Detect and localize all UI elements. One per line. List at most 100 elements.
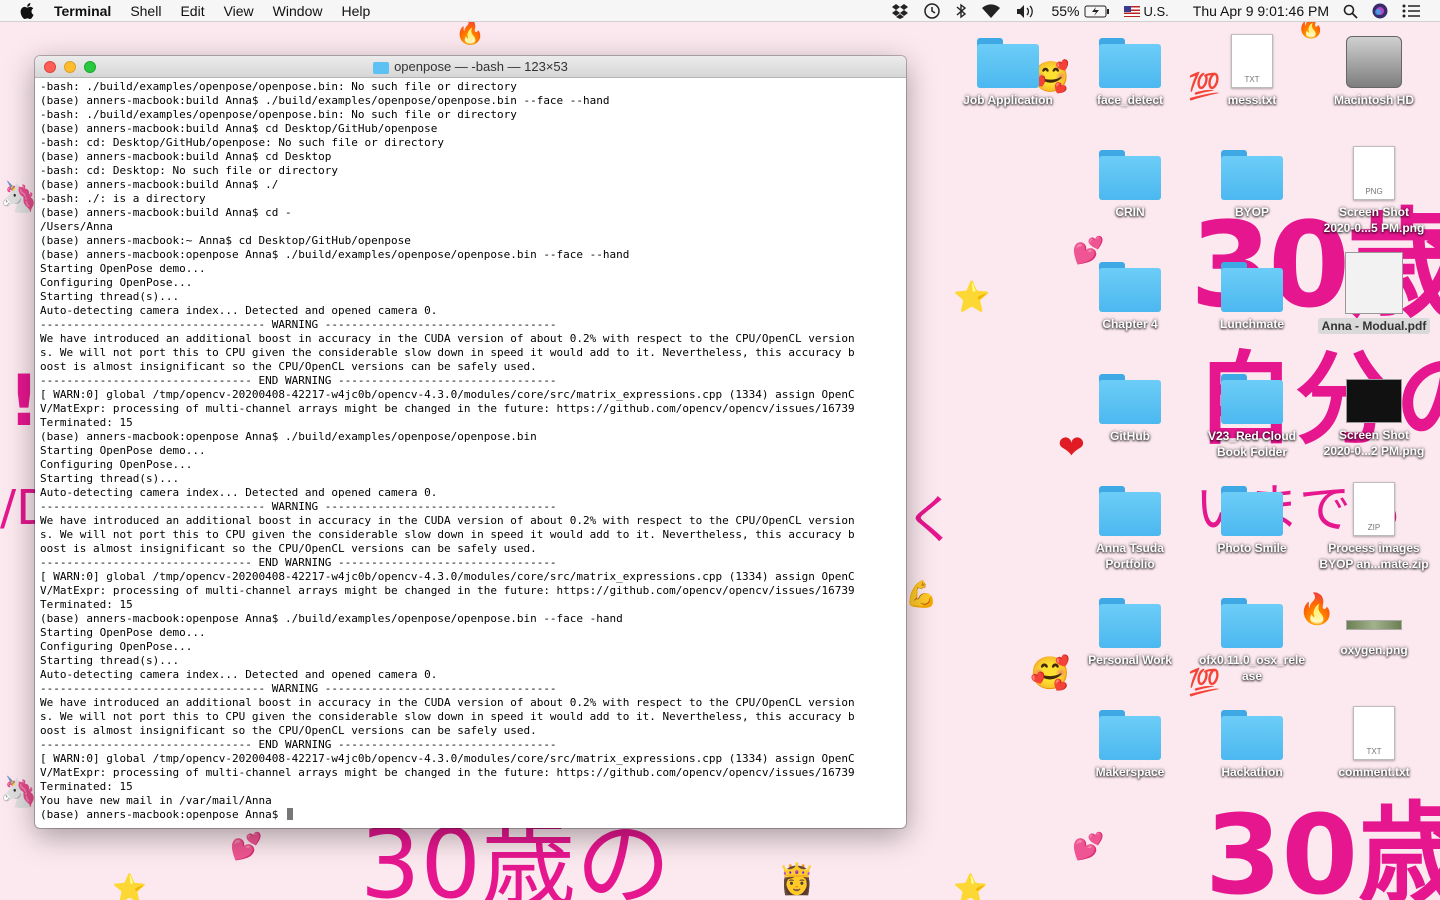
notification-center-icon[interactable] (1402, 4, 1420, 18)
terminal-line: Starting thread(s)... (40, 290, 180, 303)
terminal-line: We have introduced an additional boost i… (40, 514, 855, 527)
desktop-file-screenshot-1[interactable]: PNG Screen Shot 2020-0...5 PM.png (1314, 146, 1434, 236)
desktop-folder-makerspace[interactable]: Makerspace (1070, 710, 1190, 780)
desktop-folder-photo-smile[interactable]: Photo Smile (1192, 486, 1312, 556)
desktop-file-anna-modual-pdf[interactable]: Anna - Modual.pdf (1314, 252, 1434, 335)
battery-status[interactable]: 55% (1051, 3, 1109, 19)
desktop-icon-label: Anna Tsuda Portfolio (1096, 541, 1164, 571)
terminal-line: (base) anners-macbook:openpose Anna$ (40, 808, 901, 822)
desktop-file-mess-txt[interactable]: TXT mess.txt (1192, 34, 1312, 108)
terminal-line: Auto-detecting camera index... Detected … (40, 668, 438, 681)
terminal-output[interactable]: -bash: ./build/examples/openpose/openpos… (35, 78, 906, 827)
desktop-icon-label: Job Application (963, 93, 1053, 107)
apple-menu-icon[interactable] (20, 2, 38, 19)
desktop-folder-github[interactable]: GitHub (1070, 374, 1190, 444)
desktop-icon-label: oxygen.png (1340, 643, 1408, 657)
terminal-line: -------------------------------- END WAR… (40, 738, 557, 751)
pdf-thumbnail-icon (1345, 252, 1403, 314)
folder-icon (1099, 710, 1161, 760)
terminal-line: We have introduced an additional boost i… (40, 696, 855, 709)
terminal-line: Terminated: 15 (40, 598, 133, 611)
menu-app-name[interactable]: Terminal (54, 3, 111, 19)
terminal-line: Configuring OpenPose... (40, 640, 193, 653)
terminal-line: -bash: cd: Desktop/GitHub/openpose: No s… (40, 136, 444, 149)
window-title-bar[interactable]: openpose — -bash — 123×53 (35, 56, 906, 78)
desktop-icon-label: V23_Red Cloud Book Folder (1207, 429, 1297, 459)
folder-icon (1221, 262, 1283, 312)
image-file-icon: PNG (1353, 146, 1395, 200)
terminal-line: (base) anners-macbook:build Anna$ ./ (40, 178, 279, 191)
text-file-icon: TXT (1231, 34, 1273, 88)
spotlight-search-icon[interactable] (1343, 4, 1358, 19)
desktop-folder-job-application[interactable]: Job Application (948, 38, 1068, 108)
volume-icon[interactable] (1015, 4, 1037, 19)
desktop-icon-label: Makerspace (1095, 765, 1165, 779)
folder-icon (1099, 150, 1161, 200)
terminal-line: [ WARN:0] global /tmp/opencv-20200408-42… (40, 752, 855, 765)
desktop-file-oxygen-png[interactable]: oxygen.png (1314, 598, 1434, 658)
desktop-folder-byop[interactable]: BYOP (1192, 150, 1312, 220)
desktop-folder-personal-work[interactable]: Personal Work (1070, 598, 1190, 668)
terminal-line: Starting OpenPose demo... (40, 262, 206, 275)
desktop-file-comment-txt[interactable]: TXT comment.txt (1314, 706, 1434, 780)
terminal-line: V/MatExpr: processing of multi-channel a… (40, 584, 855, 597)
terminal-line: ---------------------------------- WARNI… (40, 318, 557, 331)
terminal-window[interactable]: openpose — -bash — 123×53 -bash: ./build… (35, 56, 906, 828)
menu-help[interactable]: Help (341, 3, 370, 19)
terminal-line: -------------------------------- END WAR… (40, 556, 557, 569)
time-machine-icon[interactable] (923, 2, 941, 20)
terminal-line: -------------------------------- END WAR… (40, 374, 557, 387)
desktop-icon-label: Hackathon (1221, 765, 1283, 779)
desktop-folder-crin[interactable]: CRIN (1070, 150, 1190, 220)
desktop-disk-macintosh-hd[interactable]: Macintosh HD (1314, 36, 1434, 108)
desktop-folder-face-detect[interactable]: face_detect (1070, 38, 1190, 108)
siri-icon[interactable] (1372, 3, 1388, 19)
unicorn-emoji-icon: 🦄 (0, 775, 38, 810)
terminal-line: ---------------------------------- WARNI… (40, 682, 557, 695)
terminal-line: (base) anners-macbook:~ Anna$ cd Desktop… (40, 234, 411, 247)
terminal-line: (base) anners-macbook:openpose Anna$ ./b… (40, 248, 630, 261)
dropbox-icon[interactable] (891, 3, 909, 19)
desktop-file-process-images-zip[interactable]: ZIP Process images BYOP an...mate.zip (1314, 482, 1434, 572)
menu-view[interactable]: View (224, 3, 254, 19)
menu-clock[interactable]: Thu Apr 9 9:01:46 PM (1193, 3, 1329, 19)
terminal-line: (base) anners-macbook:openpose Anna$ ./b… (40, 612, 623, 625)
minimize-window-button[interactable] (64, 61, 76, 73)
desktop-folder-chapter-4[interactable]: Chapter 4 (1070, 262, 1190, 332)
desktop-icon-label: Process images BYOP an...mate.zip (1319, 541, 1429, 571)
menu-window[interactable]: Window (273, 3, 323, 19)
battery-icon (1084, 5, 1109, 17)
zoom-window-button[interactable] (84, 61, 96, 73)
bluetooth-icon[interactable] (955, 3, 967, 19)
desktop-folder-ofx[interactable]: ofx0.11.0_osx_rele ase (1192, 598, 1312, 684)
text-file-icon: TXT (1353, 706, 1395, 760)
image-thumbnail-icon (1346, 379, 1402, 423)
terminal-line: -bash: ./build/examples/openpose/openpos… (40, 108, 517, 121)
terminal-line: oost is almost insignificant so the CPU/… (40, 724, 537, 737)
terminal-line: -bash: cd: Desktop: No such file or dire… (40, 164, 339, 177)
desktop-folder-anna-tsuda-portfolio[interactable]: Anna Tsuda Portfolio (1070, 486, 1190, 572)
close-window-button[interactable] (44, 61, 56, 73)
input-source[interactable]: U.S. (1123, 4, 1169, 19)
hearts-emoji-icon: 💕 (230, 832, 263, 862)
menu-edit[interactable]: Edit (180, 3, 204, 19)
desktop-icon-label: comment.txt (1338, 765, 1410, 779)
folder-icon (1221, 486, 1283, 536)
folder-icon (1099, 598, 1161, 648)
desktop-icon-label: BYOP (1234, 205, 1269, 219)
folder-icon (1221, 598, 1283, 648)
terminal-line: Terminated: 15 (40, 416, 133, 429)
princess-emoji-icon: 👸 (778, 862, 816, 897)
wallpaper-text: 30歳 (1205, 791, 1440, 900)
desktop-file-screenshot-2[interactable]: Screen Shot 2020-0...2 PM.png (1314, 374, 1434, 459)
folder-icon (1099, 486, 1161, 536)
desktop-folder-v23-red-cloud[interactable]: V23_Red Cloud Book Folder (1192, 374, 1312, 460)
terminal-line: (base) anners-macbook:build Anna$ cd Des… (40, 122, 438, 135)
menu-shell[interactable]: Shell (130, 3, 161, 19)
desktop-folder-lunchmate[interactable]: Lunchmate (1192, 262, 1312, 332)
folder-icon (1221, 374, 1283, 424)
desktop-folder-hackathon[interactable]: Hackathon (1192, 710, 1312, 780)
fire-emoji-icon: 🔥 (455, 18, 485, 46)
terminal-line: Auto-detecting camera index... Detected … (40, 304, 438, 317)
wifi-icon[interactable] (981, 3, 1001, 19)
